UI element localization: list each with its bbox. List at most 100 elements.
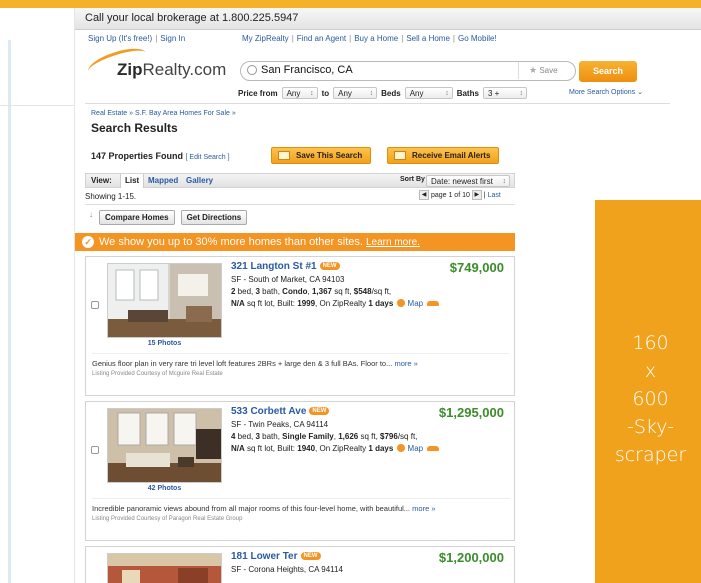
beds-count: 4 <box>231 432 236 441</box>
listing-area: SF - Corona Heights, CA 94114 <box>231 565 343 574</box>
year-built: 1999 <box>297 299 316 308</box>
listing-card: 42 Photos 533 Corbett Ave NEW $1,295,000 … <box>85 401 515 541</box>
breadcrumb[interactable]: Real Estate » S.F. Bay Area Homes For Sa… <box>91 110 236 117</box>
pager: ◀ page 1 of 10 ▶ | Last <box>419 190 501 200</box>
listing-card: 181 Lower Ter NEW $1,200,000 SF - Corona … <box>85 546 515 583</box>
tab-mapped[interactable]: Mapped <box>144 174 182 188</box>
location-search-input[interactable] <box>261 64 521 76</box>
nav-my-ziprealty[interactable]: My ZipRealty <box>242 34 289 43</box>
listing-photo[interactable] <box>107 553 222 583</box>
map-pin-icon <box>397 444 406 452</box>
price-to-select[interactable]: Any <box>333 87 378 99</box>
nav-sell-home[interactable]: Sell a Home <box>406 34 450 43</box>
car-icon[interactable] <box>427 446 440 451</box>
email-alerts-label: Receive Email Alerts <box>412 151 491 160</box>
compare-homes-button[interactable]: Compare Homes <box>99 210 175 225</box>
edit-search-link[interactable]: [ Edit Search ] <box>186 154 230 161</box>
price-from-label: Price from <box>238 88 278 98</box>
envelope-icon <box>394 151 406 160</box>
ziprealty-page: Sign Up (It's free!) | Sign In My ZipRealt… <box>75 30 701 583</box>
map-link[interactable]: Map <box>408 444 424 453</box>
learn-more-link[interactable]: Learn more. <box>366 237 420 248</box>
search-button[interactable]: Search <box>579 61 637 82</box>
last-page-link[interactable]: Last <box>488 192 501 199</box>
more-link[interactable]: more » <box>394 359 417 368</box>
more-search-options-link[interactable]: More Search Options ⌄ <box>569 88 643 96</box>
listing-price: $1,295,000 <box>438 405 504 420</box>
save-this-search-button[interactable]: Save This Search <box>271 147 372 164</box>
square-feet: 1,367 <box>311 287 332 296</box>
listing-photo[interactable] <box>107 263 222 338</box>
listing-description: Incredible panoramic views abound from a… <box>92 498 510 513</box>
header-divider <box>85 103 670 104</box>
results-count: 147 Properties Found [ Edit Search ] <box>91 151 230 161</box>
price-from-select[interactable]: Any <box>281 87 318 99</box>
listing-address-link[interactable]: 321 Langton St #1 <box>231 261 317 272</box>
ad-line: scraper <box>614 443 687 466</box>
beds-count: 2 <box>231 287 236 296</box>
prev-page-button[interactable]: ◀ <box>419 190 429 200</box>
listing-specs: 2 bed, 3 bath, Condo, 1,367 sq ft, $548/… <box>231 287 392 296</box>
more-link[interactable]: more » <box>412 504 435 513</box>
listing-courtesy: Listing Provided Courtesy of Paragon Rea… <box>92 516 243 522</box>
interior-image <box>108 554 221 583</box>
price-to-label: to <box>321 88 330 98</box>
signin-link[interactable]: Sign In <box>160 34 185 43</box>
listing-address-link[interactable]: 181 Lower Ter <box>231 551 298 562</box>
photo-count-link[interactable]: 15 Photos <box>107 340 222 347</box>
photo-count-link[interactable]: 42 Photos <box>107 485 222 492</box>
get-directions-button[interactable]: Get Directions <box>180 210 248 225</box>
listing-photo[interactable] <box>107 408 222 483</box>
listing-description: Genius floor plan in very rare tri level… <box>92 353 510 368</box>
map-link[interactable]: Map <box>408 299 424 308</box>
listing-price: $749,000 <box>449 260 504 275</box>
arrow-down-icon: ↓ <box>89 210 93 219</box>
next-page-button[interactable]: ▶ <box>471 190 482 200</box>
ad-line: -Sky- <box>626 415 674 438</box>
chevron-down-icon: ⌄ <box>637 89 643 96</box>
nav-find-agent[interactable]: Find an Agent <box>297 34 346 43</box>
listing-courtesy: Listing Provided Courtesy of Mcguire Rea… <box>92 371 223 377</box>
signup-link[interactable]: Sign Up (It's free!) <box>88 34 152 43</box>
lot-size: N/A <box>231 444 245 453</box>
search-icon <box>247 65 257 75</box>
ziprealty-logo[interactable]: ZipRealty.com <box>85 43 233 84</box>
ad-line: 160 <box>632 331 669 354</box>
new-badge: NEW <box>300 552 321 560</box>
logo-realty: Realty.com <box>142 60 227 79</box>
property-type: Condo <box>282 287 308 296</box>
folder-icon <box>278 151 290 160</box>
nav-buy-home[interactable]: Buy a Home <box>354 34 398 43</box>
map-pin-icon <box>397 299 406 307</box>
view-label: View: <box>91 176 112 185</box>
list-divider <box>85 204 515 205</box>
listing-checkbox[interactable] <box>91 446 99 454</box>
left-top-stripe <box>0 0 75 8</box>
email-alerts-button[interactable]: Receive Email Alerts <box>387 147 500 164</box>
listing-checkbox[interactable] <box>91 301 99 309</box>
star-icon: ★ <box>529 65 538 75</box>
promo-banner: ✓ We show you up to 30% more homes than … <box>75 233 515 251</box>
beds-select[interactable]: Any <box>404 87 453 99</box>
living-room-image <box>108 409 221 482</box>
found-text: 147 Properties Found <box>91 151 184 161</box>
skyscraper-ad-placeholder[interactable]: 160 x 600 -Sky- scraper <box>595 200 701 583</box>
square-feet: 1,626 <box>338 432 359 441</box>
page-title: Search Results <box>91 121 178 135</box>
days-on-site: 1 days <box>368 299 394 308</box>
logo-zip: Zip <box>117 60 143 79</box>
price-per-sqft: $548 <box>353 287 372 296</box>
checkmark-icon: ✓ <box>82 236 94 248</box>
tab-list[interactable]: List <box>120 174 145 188</box>
save-this-search-label: Save This Search <box>296 151 363 160</box>
tab-gallery[interactable]: Gallery <box>182 174 217 188</box>
description-text: Genius floor plan in very rare tri level… <box>92 359 393 368</box>
car-icon[interactable] <box>427 301 440 306</box>
top-accent-stripe <box>75 0 701 8</box>
listing-address-link[interactable]: 533 Corbett Ave <box>231 406 306 417</box>
baths-select[interactable]: 3 + <box>482 87 527 99</box>
nav-go-mobile[interactable]: Go Mobile! <box>458 34 497 43</box>
sort-select[interactable]: Date: newest first <box>426 175 510 187</box>
account-links: Sign Up (It's free!) | Sign In <box>88 34 186 43</box>
save-search-star[interactable]: ★ Save <box>518 62 572 79</box>
